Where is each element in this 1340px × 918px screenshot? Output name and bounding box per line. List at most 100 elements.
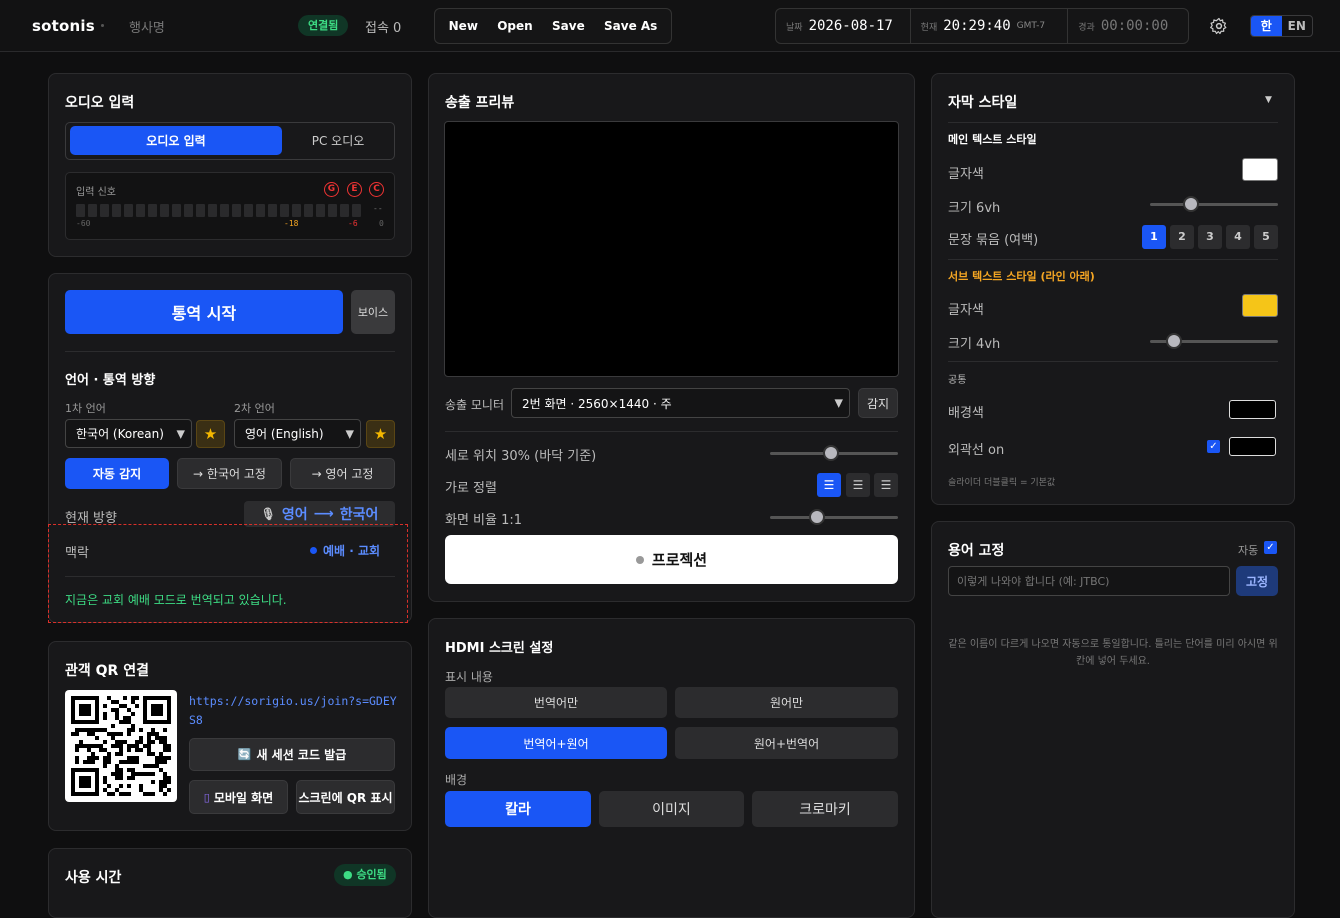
output-monitor-select[interactable]: 2번 화면 · 2560×1440 · 주 ▼ xyxy=(511,388,850,418)
common-section: 공통 xyxy=(948,375,967,386)
audio-input-title: 오디오 입력 xyxy=(65,95,135,111)
secondary-language-value: 영어 (English) xyxy=(245,427,324,441)
secondary-language-select[interactable]: 영어 (English) ▼ xyxy=(234,419,361,448)
background-color-swatch[interactable] xyxy=(1229,400,1276,419)
auto-label: 자동 xyxy=(1238,544,1259,557)
sentence-group-4[interactable]: 4 xyxy=(1226,225,1250,249)
level-segment xyxy=(208,204,217,217)
outline-label: 외곽선 on xyxy=(948,443,1005,458)
open-button[interactable]: Open xyxy=(497,19,532,33)
save-button[interactable]: Save xyxy=(552,19,585,33)
connection-status-badge: 연결됨 xyxy=(298,15,349,36)
bg-chromakey-button[interactable]: 크로마키 xyxy=(752,791,898,827)
primary-language-label: 1차 언어 xyxy=(65,402,106,415)
approved-badge: ● 승인됨 xyxy=(334,864,396,886)
align-right-icon[interactable]: ☰ xyxy=(874,473,898,497)
indicator-c: C xyxy=(369,182,384,197)
level-segment xyxy=(244,204,253,217)
detect-button[interactable]: 감지 xyxy=(858,388,898,418)
align-left-icon[interactable]: ☰ xyxy=(817,473,841,497)
timezone-label: GMT-7 xyxy=(1016,21,1046,31)
main-text-color-swatch[interactable] xyxy=(1242,158,1278,181)
display-original-plus-translation[interactable]: 원어+번역어 xyxy=(675,727,898,759)
tab-audio-input[interactable]: 오디오 입력 xyxy=(70,126,282,155)
aspect-ratio-slider[interactable] xyxy=(770,516,898,519)
join-url-link[interactable]: https://sorigio.us/join?s=GDEYS8 xyxy=(189,692,399,730)
bg-color-button[interactable]: 칼라 xyxy=(445,791,591,827)
mobile-view-button[interactable]: ▯ 모바일 화면 xyxy=(189,780,288,814)
audience-qr-title: 관객 QR 연결 xyxy=(65,663,149,679)
level-segment xyxy=(352,204,361,217)
level-segment xyxy=(316,204,325,217)
context-dot-icon xyxy=(310,547,317,554)
new-session-code-label: 새 세션 코드 발급 xyxy=(256,748,347,762)
fix-korean-button[interactable]: → 한국어 고정 xyxy=(177,458,282,489)
glossary-term-input[interactable] xyxy=(948,566,1230,596)
projection-button[interactable]: 프로젝션 xyxy=(445,535,898,584)
divider xyxy=(948,259,1278,260)
save-as-button[interactable]: Save As xyxy=(604,19,657,33)
new-button[interactable]: New xyxy=(449,19,478,33)
level-segment xyxy=(196,204,205,217)
scale-zero: 0 xyxy=(379,219,384,228)
outline-color-swatch[interactable] xyxy=(1229,437,1276,456)
status-dot-icon xyxy=(635,555,644,564)
background-label: 배경 xyxy=(445,773,468,787)
event-name[interactable]: 행사명 xyxy=(129,17,165,36)
input-signal-meter: 입력 신호 G E C -- -60 -18 -6 0 xyxy=(65,172,395,240)
current-time-label: 현재 xyxy=(920,22,938,33)
fix-term-button[interactable]: 고정 xyxy=(1236,566,1278,596)
sentence-group-label: 문장 묶음 (여백) xyxy=(948,233,1039,248)
qr-code-image xyxy=(65,690,177,802)
sentence-group-1[interactable]: 1 xyxy=(1142,225,1166,249)
level-segment xyxy=(136,204,145,217)
level-segment xyxy=(100,204,109,217)
start-interpretation-button[interactable]: 통역 시작 xyxy=(65,290,343,334)
file-menu: New Open Save Save As xyxy=(434,8,672,44)
sub-text-color-swatch[interactable] xyxy=(1242,294,1278,317)
align-center-icon[interactable]: ☰ xyxy=(846,473,870,497)
aspect-ratio-label: 화면 비율 1:1 xyxy=(445,513,523,528)
display-original-only[interactable]: 원어만 xyxy=(675,687,898,718)
main-text-size-slider[interactable] xyxy=(1150,203,1278,206)
ui-language-toggle: 한 EN xyxy=(1250,15,1313,37)
level-segment xyxy=(280,204,289,217)
broadcast-preview-title: 송출 프리뷰 xyxy=(445,95,515,111)
primary-language-select[interactable]: 한국어 (Korean) ▼ xyxy=(65,419,192,448)
sentence-group-2[interactable]: 2 xyxy=(1170,225,1194,249)
arrow-right-icon: ⟶ xyxy=(313,506,334,522)
gear-icon[interactable] xyxy=(1210,17,1228,35)
context-value[interactable]: 예배 · 교회 xyxy=(310,542,380,559)
top-bar: sotonis 행사명 연결됨 접속 0 New Open Save Save … xyxy=(0,0,1340,52)
tab-pc-audio[interactable]: PC 오디오 xyxy=(284,126,392,155)
new-session-code-button[interactable]: 🔄 새 세션 코드 발급 xyxy=(189,738,395,771)
voice-button[interactable]: 보이스 xyxy=(351,290,395,334)
star-icon[interactable]: ★ xyxy=(196,420,225,448)
level-segment xyxy=(268,204,277,217)
output-monitor-label: 송출 모니터 xyxy=(445,398,505,412)
show-qr-on-screen-button[interactable]: 스크린에 QR 표시 xyxy=(296,780,395,814)
lang-en-button[interactable]: EN xyxy=(1282,16,1313,36)
date-cell: 날짜 2026-08-17 xyxy=(776,9,911,43)
divider xyxy=(948,122,1278,123)
context-label: 맥락 xyxy=(65,546,89,561)
auto-detect-button[interactable]: 자동 감지 xyxy=(65,458,169,489)
sentence-group-3[interactable]: 3 xyxy=(1198,225,1222,249)
glossary-hint: 같은 이름이 다르게 나오면 자동으로 통일합니다. 틀리는 단어를 미리 아시… xyxy=(948,639,1278,667)
main-text-size-knob[interactable] xyxy=(1182,196,1199,212)
connection-count: 접속 0 xyxy=(365,21,402,36)
fix-english-button[interactable]: → 영어 고정 xyxy=(290,458,395,489)
lang-ko-button[interactable]: 한 xyxy=(1251,16,1282,36)
chevron-down-icon: ▼ xyxy=(345,427,354,440)
level-segment xyxy=(184,204,193,217)
display-translation-only[interactable]: 번역어만 xyxy=(445,687,667,718)
auto-checkbox[interactable]: ✓ xyxy=(1264,541,1277,554)
sentence-group-5[interactable]: 5 xyxy=(1254,225,1278,249)
display-translation-plus-original[interactable]: 번역어+원어 xyxy=(445,727,667,759)
approved-badge-label: 승인됨 xyxy=(356,868,387,881)
star-icon[interactable]: ★ xyxy=(366,420,395,448)
outline-checkbox[interactable]: ✓ xyxy=(1207,440,1220,453)
bg-image-button[interactable]: 이미지 xyxy=(599,791,744,827)
collapse-chevron-icon[interactable]: ▼ xyxy=(1265,95,1272,105)
level-segment xyxy=(232,204,241,217)
